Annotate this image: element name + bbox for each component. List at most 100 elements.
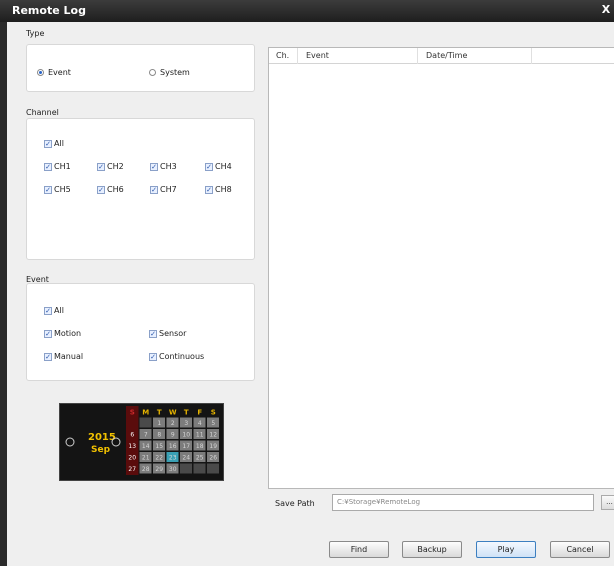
checkbox-checked-icon: ✓ — [97, 185, 105, 194]
calendar-widget: 2015 Sep S M T W T F S 1 2 3 4 5 6 7 8 9 10 11 12 13 14 15 16 1… — [59, 403, 224, 481]
calendar-day[interactable]: 27 — [128, 466, 136, 473]
calendar-day[interactable]: 16 — [169, 443, 177, 450]
event-motion-checkbox[interactable]: ✓ Motion — [44, 329, 81, 338]
calendar-svg: 2015 Sep S M T W T F S1 2 3 4 56 7 8 9 10 11 1213 14 15 16 1… — [65, 406, 219, 475]
calendar-weekday: T — [157, 409, 162, 417]
calendar-day[interactable]: 1 — [157, 420, 161, 427]
calendar-day[interactable]: 30 — [169, 466, 177, 473]
channel-ch6-checkbox[interactable]: ✓ CH6 — [97, 185, 124, 194]
channel-ch5-checkbox[interactable]: ✓ CH5 — [44, 185, 71, 194]
type-event-label: Event — [48, 68, 71, 77]
cancel-button[interactable]: Cancel — [550, 541, 610, 558]
channel-ch4-checkbox[interactable]: ✓ CH4 — [205, 162, 232, 171]
channel-ch2-label: CH2 — [107, 162, 124, 171]
window-title: Remote Log — [12, 4, 86, 17]
calendar-day[interactable]: 7 — [144, 432, 148, 439]
channel-ch8-checkbox[interactable]: ✓ CH8 — [205, 185, 232, 194]
type-group: Event System — [26, 44, 255, 92]
checkbox-checked-icon: ✓ — [150, 185, 158, 194]
channel-ch3-checkbox[interactable]: ✓ CH3 — [150, 162, 177, 171]
event-all-label: All — [54, 306, 64, 315]
checkbox-checked-icon: ✓ — [44, 329, 52, 338]
type-system-label: System — [160, 68, 190, 77]
calendar-weekday: S — [130, 409, 135, 417]
save-path-label: Save Path — [275, 499, 315, 508]
channel-ch7-checkbox[interactable]: ✓ CH7 — [150, 185, 177, 194]
channel-group-label: Channel — [26, 108, 59, 117]
calendar-day[interactable]: 6 — [130, 432, 134, 439]
event-manual-checkbox[interactable]: ✓ Manual — [44, 352, 83, 361]
calendar-grid: S M T W T F S1 2 3 4 56 7 8 9 10 11 1213 14 15 16 17 18 1920 21… — [126, 406, 219, 475]
calendar-weekday: W — [169, 409, 177, 417]
calendar-day[interactable]: 29 — [155, 466, 163, 473]
type-event-radio[interactable]: Event — [37, 68, 71, 77]
calendar-day[interactable]: 20 — [128, 455, 136, 462]
column-datetime[interactable]: Date/Time — [426, 51, 467, 60]
calendar-day[interactable]: 12 — [209, 432, 217, 439]
calendar-day[interactable]: 17 — [182, 443, 190, 450]
save-path-input[interactable]: C:¥Storage¥RemoteLog — [332, 494, 594, 511]
calendar-day[interactable]: 28 — [142, 466, 150, 473]
prev-month-icon[interactable] — [65, 437, 75, 447]
remote-log-window: Remote Log X Type Event System Channel ✓… — [0, 0, 614, 566]
channel-all-checkbox[interactable]: ✓ All — [44, 139, 64, 148]
event-results-list[interactable]: Ch. Event Date/Time — [268, 47, 614, 489]
checkbox-checked-icon: ✓ — [97, 162, 105, 171]
checkbox-checked-icon: ✓ — [205, 162, 213, 171]
checkbox-checked-icon: ✓ — [44, 139, 52, 148]
find-button[interactable]: Find — [329, 541, 389, 558]
checkbox-checked-icon: ✓ — [44, 185, 52, 194]
backup-button[interactable]: Backup — [402, 541, 462, 558]
calendar-day-cell — [207, 463, 219, 474]
calendar-day[interactable]: 4 — [198, 420, 202, 427]
calendar-day[interactable]: 8 — [157, 432, 161, 439]
calendar-day-cell — [139, 417, 152, 428]
channel-ch2-checkbox[interactable]: ✓ CH2 — [97, 162, 124, 171]
channel-ch7-label: CH7 — [160, 185, 177, 194]
calendar-day[interactable]: 26 — [209, 455, 217, 462]
calendar-weekday: M — [142, 409, 149, 417]
checkbox-checked-icon: ✓ — [44, 306, 52, 315]
calendar-day[interactable]: 19 — [209, 443, 217, 450]
column-ch[interactable]: Ch. — [276, 51, 289, 60]
calendar-day[interactable]: 5 — [211, 420, 215, 427]
channel-ch1-checkbox[interactable]: ✓ CH1 — [44, 162, 71, 171]
calendar-day[interactable]: 23 — [169, 455, 177, 462]
channel-all-label: All — [54, 139, 64, 148]
event-sensor-label: Sensor — [159, 329, 187, 338]
calendar-day[interactable]: 25 — [196, 455, 204, 462]
calendar-day[interactable]: 21 — [142, 455, 150, 462]
column-divider — [531, 48, 532, 64]
calendar-day[interactable]: 13 — [128, 443, 136, 450]
close-icon[interactable]: X — [600, 3, 612, 17]
calendar-day[interactable]: 11 — [196, 432, 204, 439]
column-event[interactable]: Event — [306, 51, 329, 60]
calendar-day-cell — [193, 463, 206, 474]
calendar-day[interactable]: 2 — [171, 420, 175, 427]
calendar-day[interactable]: 18 — [196, 443, 204, 450]
play-button[interactable]: Play — [476, 541, 536, 558]
checkbox-checked-icon: ✓ — [150, 162, 158, 171]
channel-ch6-label: CH6 — [107, 185, 124, 194]
event-all-checkbox[interactable]: ✓ All — [44, 306, 64, 315]
calendar-weekday: T — [184, 409, 189, 417]
column-divider — [417, 48, 418, 64]
calendar-day-cell — [180, 463, 192, 474]
event-group: ✓ All ✓ Motion ✓ Sensor ✓ Manual ✓ Conti… — [26, 283, 255, 381]
type-group-label: Type — [26, 29, 45, 38]
calendar-day[interactable]: 9 — [171, 432, 175, 439]
type-system-radio[interactable]: System — [149, 68, 190, 77]
calendar-month: Sep — [91, 445, 111, 455]
event-continuous-checkbox[interactable]: ✓ Continuous — [149, 352, 204, 361]
event-continuous-label: Continuous — [159, 352, 205, 361]
calendar-day[interactable]: 3 — [184, 420, 188, 427]
calendar-day[interactable]: 15 — [155, 443, 163, 450]
channel-ch1-label: CH1 — [54, 162, 71, 171]
channel-group: ✓ All ✓ CH1 ✓ CH2 ✓ CH3 ✓ CH4 ✓ CH5 ✓ CH… — [26, 118, 255, 260]
calendar-day[interactable]: 10 — [182, 432, 190, 439]
event-sensor-checkbox[interactable]: ✓ Sensor — [149, 329, 186, 338]
calendar-day[interactable]: 14 — [142, 443, 150, 450]
calendar-day[interactable]: 24 — [182, 455, 190, 462]
calendar-day[interactable]: 22 — [155, 455, 163, 462]
browse-button[interactable]: ... — [601, 495, 614, 510]
